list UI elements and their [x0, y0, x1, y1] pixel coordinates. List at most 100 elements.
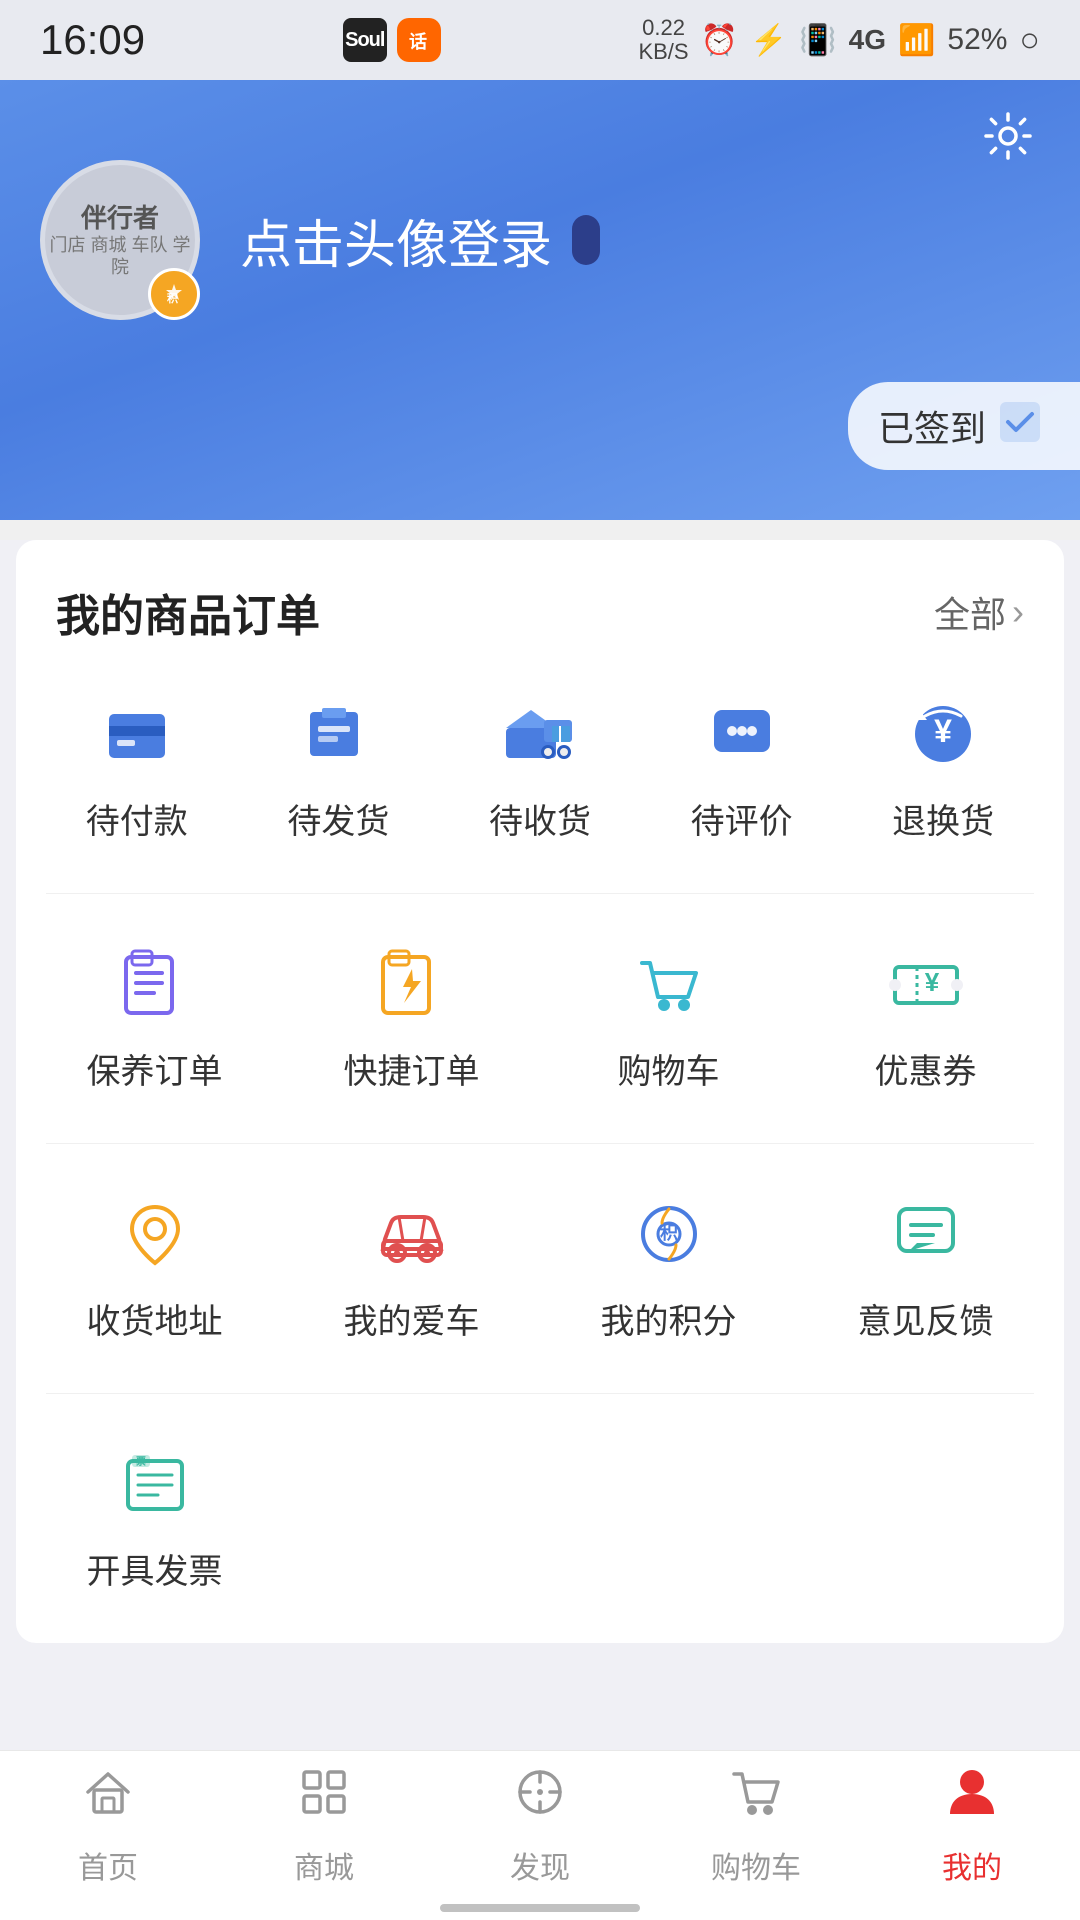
refund-icon-wrap: ¥: [898, 694, 988, 774]
order-label-pending-review: 待评价: [691, 794, 793, 843]
status-right-icons: 0.22KB/S ⏰ ⚡ 📳 4G 📶 52% ○: [638, 16, 1040, 64]
nav-label-profile: 我的: [942, 1843, 1002, 1887]
battery-icon: ○: [1019, 21, 1040, 60]
nav-label-cart: 购物车: [711, 1843, 801, 1887]
nav-label-shop: 商城: [294, 1843, 354, 1887]
nav-label-home: 首页: [78, 1843, 138, 1887]
service-flash-order[interactable]: 快捷订单: [283, 914, 540, 1133]
service-points[interactable]: 积 我的积分: [540, 1164, 797, 1383]
svg-text:话: 话: [409, 31, 427, 52]
nav-item-cart[interactable]: 购物车: [648, 1764, 864, 1887]
service-address[interactable]: 收货地址: [26, 1164, 283, 1383]
service-grid-row1: 保养订单 快捷订单: [16, 894, 1064, 1143]
soul-app-icon: Soul: [343, 18, 387, 62]
feedback-icon-wrap: [881, 1194, 971, 1274]
service-cart[interactable]: 购物车: [540, 914, 797, 1133]
checkin-check-icon: [1000, 402, 1040, 450]
flash-order-icon-wrap: [367, 944, 457, 1024]
service-mycar[interactable]: 我的爱车: [283, 1164, 540, 1383]
status-app-icons: Soul 话: [343, 18, 441, 62]
service-label-feedback: 意见反馈: [858, 1294, 994, 1343]
orders-more-arrow-icon: ›: [1012, 591, 1024, 633]
orders-more-label: 全部: [934, 586, 1006, 638]
profile-dot-indicator: [572, 215, 600, 265]
bluetooth-icon: ⚡: [750, 23, 787, 58]
points-badge: 积: [148, 268, 200, 320]
points-icon-wrap: 积: [624, 1194, 714, 1274]
avatar[interactable]: 伴行者 门店 商城 车队 学院 积: [40, 160, 200, 320]
service-label-points: 我的积分: [601, 1294, 737, 1343]
service-label-maintenance: 保养订单: [87, 1044, 223, 1093]
pending-receive-icon-wrap: [495, 694, 585, 774]
order-label-pending-receive: 待收货: [489, 794, 591, 843]
pending-ship-icon-wrap: [293, 694, 383, 774]
order-item-refund[interactable]: ¥ 退换货: [842, 694, 1044, 843]
service-feedback[interactable]: 意见反馈: [797, 1164, 1054, 1383]
profile-info: 点击头像登录: [240, 203, 600, 278]
service-maintenance[interactable]: 保养订单: [26, 914, 283, 1133]
service-grid-row2: 收货地址 我的爱车: [16, 1144, 1064, 1393]
alarm-icon: ⏰: [701, 23, 738, 58]
status-time: 16:09: [40, 16, 145, 64]
coupon-icon-wrap: ¥: [881, 944, 971, 1024]
signal-4g-icon: 4G: [849, 24, 886, 56]
nav-item-profile[interactable]: 我的: [864, 1764, 1080, 1887]
service-coupon[interactable]: ¥ 优惠券: [797, 914, 1054, 1133]
main-content: 我的商品订单 全部 › 待付款: [0, 540, 1080, 1843]
cart-icon-wrap: [624, 944, 714, 1024]
order-label-refund: 退换货: [892, 794, 994, 843]
order-item-pending-receive[interactable]: 待收货: [439, 694, 641, 843]
home-indicator: [440, 1904, 640, 1912]
nav-label-discover: 发现: [510, 1843, 570, 1887]
orders-header: 我的商品订单 全部 ›: [16, 540, 1064, 664]
order-item-pending-payment[interactable]: 待付款: [36, 694, 238, 843]
mycar-icon-wrap: [367, 1194, 457, 1274]
avatar-logo: 伴行者 门店 商城 车队 学院: [45, 202, 195, 279]
orders-title: 我的商品订单: [56, 580, 320, 644]
invoice-icon-wrap: 票: [110, 1444, 200, 1524]
orders-more-button[interactable]: 全部 ›: [934, 586, 1024, 638]
order-label-pending-ship: 待发货: [287, 794, 389, 843]
profile-nav-icon: [944, 1764, 1000, 1833]
settings-button[interactable]: [976, 104, 1040, 168]
service-label-coupon: 优惠券: [875, 1044, 977, 1093]
svg-text:票: 票: [136, 1456, 146, 1468]
maintenance-icon-wrap: [110, 944, 200, 1024]
nav-item-home[interactable]: 首页: [0, 1764, 216, 1887]
order-item-pending-ship[interactable]: 待发货: [238, 694, 440, 843]
service-label-cart: 购物车: [618, 1044, 720, 1093]
orders-section: 我的商品订单 全部 › 待付款: [16, 540, 1064, 1643]
order-item-pending-review[interactable]: 待评价: [641, 694, 843, 843]
pending-payment-icon-wrap: [92, 694, 182, 774]
shop-nav-icon: [296, 1764, 352, 1833]
nav-item-shop[interactable]: 商城: [216, 1764, 432, 1887]
service-invoice[interactable]: 票 开具发票: [26, 1414, 283, 1633]
checkin-button[interactable]: 已签到: [848, 382, 1080, 470]
service-label-invoice: 开具发票: [87, 1544, 223, 1593]
status-bar: 16:09 Soul 话 0.22KB/S ⏰ ⚡ 📳 4G 📶 52% ○: [0, 0, 1080, 80]
svg-text:积: 积: [167, 291, 178, 305]
checkin-text: 已签到: [878, 400, 986, 452]
svg-text:¥: ¥: [924, 967, 939, 997]
battery-level: 52%: [947, 23, 1007, 57]
profile-row[interactable]: 伴行者 门店 商城 车队 学院 积 点击头像登录: [40, 160, 1040, 320]
svg-text:积: 积: [660, 1223, 678, 1243]
service-label-mycar: 我的爱车: [344, 1294, 480, 1343]
order-label-pending-payment: 待付款: [86, 794, 188, 843]
header-background: 伴行者 门店 商城 车队 学院 积 点击头像登录 已签到: [0, 80, 1080, 520]
network-speed: 0.22KB/S: [638, 16, 688, 64]
cart-nav-icon: [728, 1764, 784, 1833]
pending-review-icon-wrap: [697, 694, 787, 774]
orders-icons-row: 待付款 待发货: [16, 664, 1064, 893]
tantan-app-icon: 话: [397, 18, 441, 62]
signal-strength-icon: 📶: [898, 23, 935, 58]
service-label-address: 收货地址: [87, 1294, 223, 1343]
discover-nav-icon: [512, 1764, 568, 1833]
bottom-nav: 首页 商城 发现: [0, 1750, 1080, 1920]
vibrate-icon: 📳: [799, 23, 836, 58]
service-grid-row3: 票 开具发票: [16, 1394, 1064, 1643]
home-nav-icon: [80, 1764, 136, 1833]
login-prompt[interactable]: 点击头像登录: [240, 203, 552, 278]
svg-text:¥: ¥: [934, 713, 952, 749]
nav-item-discover[interactable]: 发现: [432, 1764, 648, 1887]
